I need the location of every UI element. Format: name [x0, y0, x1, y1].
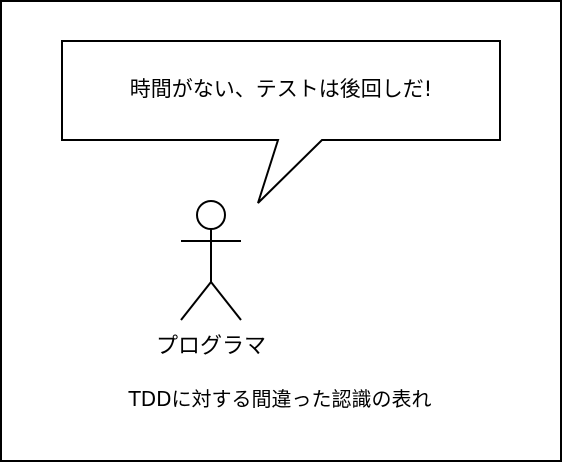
actor-label: プログラマ: [155, 334, 266, 359]
speech-bubble-text: 時間がない、テストは後回しだ!: [129, 77, 433, 101]
diagram-caption: TDDに対する間違った認識の表れ: [128, 387, 432, 411]
